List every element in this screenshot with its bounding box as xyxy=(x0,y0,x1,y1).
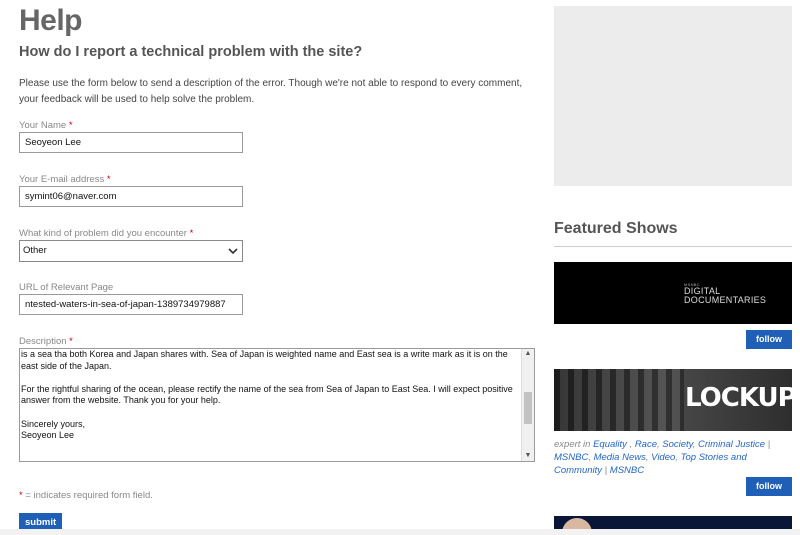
problem-selected-value: Other xyxy=(23,245,47,256)
show-logo: MSNBC DIGITAL DOCUMENTARIES xyxy=(684,282,767,305)
ad-placeholder xyxy=(554,6,792,186)
window-bottom-bar xyxy=(0,529,800,535)
problem-select[interactable]: Other xyxy=(19,240,243,262)
link-msnbc-2[interactable]: MSNBC xyxy=(610,465,644,476)
chevron-down-icon xyxy=(228,248,238,255)
scroll-up-icon[interactable]: ▲ xyxy=(522,349,534,359)
description-textarea[interactable]: is a sea tha both Korea and Japan shares… xyxy=(19,348,535,462)
description-line xyxy=(21,372,521,384)
link-race[interactable]: Race xyxy=(635,439,657,450)
url-field[interactable]: ntested-waters-in-sea-of-japan-138973497… xyxy=(19,294,243,315)
required-note: * = indicates required form field. xyxy=(19,490,153,501)
intro-text: Please use the form below to send a desc… xyxy=(19,78,523,105)
description-line: Seoyeon Lee xyxy=(21,430,75,441)
link-society[interactable]: Society xyxy=(662,439,692,450)
scrollbar-thumb[interactable] xyxy=(524,392,532,424)
scroll-down-icon[interactable]: ▼ xyxy=(522,451,534,461)
required-marker: * xyxy=(189,228,194,239)
follow-button[interactable]: follow xyxy=(746,330,792,349)
page-title: Help xyxy=(19,4,83,37)
featured-shows-title: Featured Shows xyxy=(554,220,678,237)
description-label: Description * xyxy=(19,336,73,347)
problem-label: What kind of problem did you encounter * xyxy=(19,228,194,239)
link-equality[interactable]: Equality xyxy=(593,439,627,450)
url-label: URL of Relevant Page xyxy=(19,282,114,293)
description-line: Sincerely yours, xyxy=(21,418,86,429)
required-marker: * xyxy=(69,336,73,347)
show-thumbnail-digital-documentaries[interactable]: MSNBC DIGITAL DOCUMENTARIES xyxy=(554,262,792,324)
page-subtitle: How do I report a technical problem with… xyxy=(19,44,363,60)
follow-button[interactable]: follow xyxy=(746,477,792,496)
name-label: Your Name * xyxy=(19,120,73,131)
show-thumbnail-lockup[interactable]: LOCKUP xyxy=(554,369,792,431)
description-text: is a sea tha both Korea and Japan shares… xyxy=(21,349,521,442)
description-line: is a sea tha both Korea and Japan shares… xyxy=(21,349,508,371)
email-field[interactable]: symint06@naver.com xyxy=(19,186,243,207)
email-label: Your E-mail address * xyxy=(19,174,111,185)
divider xyxy=(554,246,792,247)
link-media-news[interactable]: Media News xyxy=(594,452,646,463)
description-line: For the rightful sharing of the ocean, p… xyxy=(21,383,513,406)
required-marker: * xyxy=(68,120,73,131)
required-marker: * xyxy=(106,174,111,185)
description-line xyxy=(21,407,521,419)
name-field[interactable]: Seoyeon Lee xyxy=(19,132,243,153)
show-logo: LOCKUP xyxy=(685,383,792,413)
description-scrollbar[interactable]: ▲ ▼ xyxy=(521,349,534,461)
show-description: expert in Equality , Race, Society, Crim… xyxy=(554,439,771,476)
link-msnbc[interactable]: MSNBC xyxy=(554,452,588,463)
link-video[interactable]: Video xyxy=(651,452,675,463)
link-criminal-justice[interactable]: Criminal Justice xyxy=(698,439,765,450)
thumbnail-bars xyxy=(554,369,684,431)
